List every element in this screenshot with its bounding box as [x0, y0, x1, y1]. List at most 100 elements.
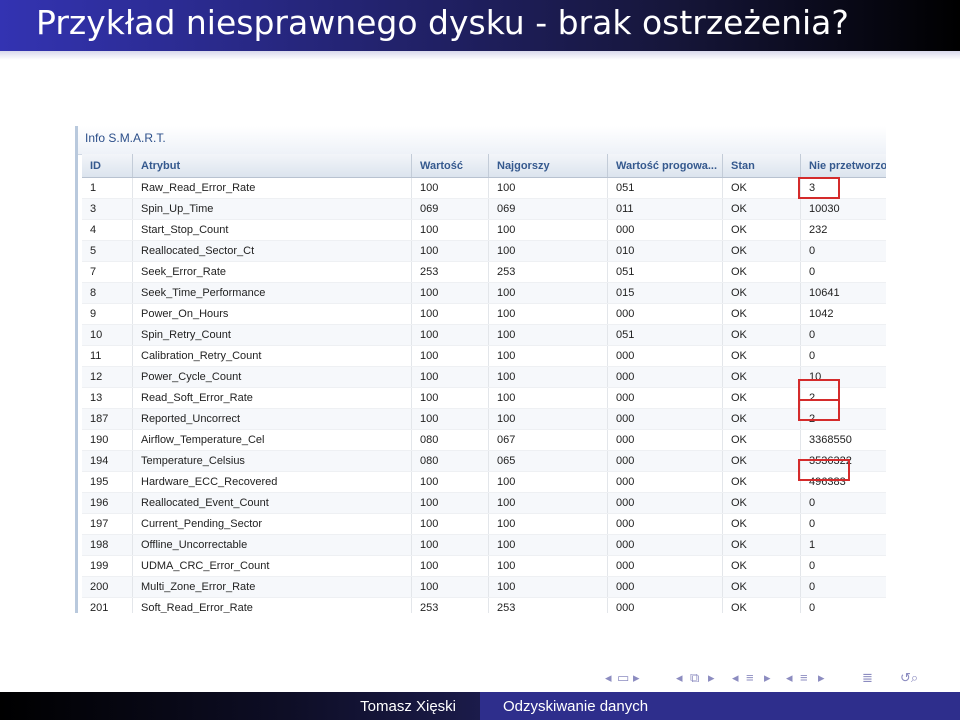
cell-threshold: 000: [607, 534, 723, 556]
table-row[interactable]: 11 Calibration_Retry_Count 100 100 000 OK 0: [82, 345, 886, 367]
column-header-attribute[interactable]: Atrybut: [132, 154, 412, 178]
table-row[interactable]: 9 Power_On_Hours 100 100 000 OK 1042: [82, 303, 886, 325]
cell-state: OK: [722, 408, 801, 430]
table-row[interactable]: 7 Seek_Error_Rate 253 253 051 OK 0: [82, 261, 886, 283]
smart-table-body: 1 Raw_Read_Error_Rate 100 100 051 OK 3 3 Spin_Up…: [82, 177, 886, 613]
cell-id: 3: [82, 198, 133, 220]
cell-worst: 100: [488, 471, 608, 493]
table-row[interactable]: 1 Raw_Read_Error_Rate 100 100 051 OK 3: [82, 177, 886, 199]
cell-worst: 100: [488, 324, 608, 346]
beamer-navigation: ◂ ▭ ▸ ◂ ⧉ ▸ ◂ ≡ ▸ ◂ ≡ ▸ ≣ ↺⌕: [600, 668, 960, 692]
cell-state: OK: [722, 450, 801, 472]
footer-talk-title: Odzyskiwanie danych: [503, 698, 649, 715]
table-row[interactable]: 10 Spin_Retry_Count 100 100 051 OK 0: [82, 324, 886, 346]
cell-id: 5: [82, 240, 133, 262]
nav-align-icon[interactable]: ≣: [862, 670, 873, 686]
column-header-worst[interactable]: Najgorszy: [488, 154, 608, 178]
column-header-threshold[interactable]: Wartość progowa...: [607, 154, 723, 178]
table-row[interactable]: 4 Start_Stop_Count 100 100 000 OK 232: [82, 219, 886, 241]
cell-id: 195: [82, 471, 133, 493]
nav-section-right-icon[interactable]: ▸: [764, 670, 771, 686]
nav-subsection-right-icon[interactable]: ▸: [708, 670, 715, 686]
table-row[interactable]: 194 Temperature_Celsius 080 065 000 OK 3536322: [82, 450, 886, 472]
cell-value: 100: [411, 177, 489, 199]
column-header-id[interactable]: ID: [82, 154, 133, 178]
table-row[interactable]: 198 Offline_Uncorrectable 100 100 000 OK 1: [82, 534, 886, 556]
table-row[interactable]: 187 Reported_Uncorrect 100 100 000 OK 2: [82, 408, 886, 430]
nav-subsection-icon[interactable]: ⧉: [690, 670, 699, 686]
cell-value: 100: [411, 408, 489, 430]
cell-worst: 253: [488, 261, 608, 283]
cell-attribute: Airflow_Temperature_Cel: [132, 429, 412, 451]
cell-state: OK: [722, 303, 801, 325]
highlight-box: [798, 398, 840, 421]
cell-value: 100: [411, 492, 489, 514]
nav-section-left-icon[interactable]: ◂: [732, 670, 739, 686]
cell-id: 200: [82, 576, 133, 598]
column-header-raw[interactable]: Nie przetworzo: [800, 154, 886, 178]
cell-threshold: 000: [607, 576, 723, 598]
cell-raw: 1042: [800, 303, 886, 325]
nav-subsection2-icon[interactable]: ≡: [800, 670, 808, 685]
table-row[interactable]: 199 UDMA_CRC_Error_Count 100 100 000 OK 0: [82, 555, 886, 577]
column-header-state[interactable]: Stan: [722, 154, 801, 178]
cell-raw: 0: [800, 513, 886, 535]
cell-threshold: 000: [607, 471, 723, 493]
column-header-value[interactable]: Wartość: [411, 154, 489, 178]
nav-frame-right-icon[interactable]: ▸: [633, 670, 640, 686]
cell-id: 4: [82, 219, 133, 241]
cell-attribute: Seek_Error_Rate: [132, 261, 412, 283]
footer-talk-box: Odzyskiwanie danych: [480, 692, 960, 720]
cell-id: 7: [82, 261, 133, 283]
table-row[interactable]: 201 Soft_Read_Error_Rate 253 253 000 OK 0: [82, 597, 886, 613]
cell-attribute: Temperature_Celsius: [132, 450, 412, 472]
cell-threshold: 051: [607, 177, 723, 199]
cell-state: OK: [722, 219, 801, 241]
nav-frame-left-icon[interactable]: ◂: [605, 670, 612, 686]
cell-worst: 100: [488, 492, 608, 514]
search-icon[interactable]: ↺⌕: [900, 670, 918, 686]
cell-value: 100: [411, 387, 489, 409]
cell-value: 100: [411, 513, 489, 535]
smart-panel-title: Info S.M.A.R.T.: [85, 131, 166, 145]
cell-attribute: Seek_Time_Performance: [132, 282, 412, 304]
table-row[interactable]: 8 Seek_Time_Performance 100 100 015 OK 10641: [82, 282, 886, 304]
table-header-row: ID Atrybut Wartość Najgorszy Wartość pro…: [82, 154, 886, 178]
cell-state: OK: [722, 324, 801, 346]
table-row[interactable]: 200 Multi_Zone_Error_Rate 100 100 000 OK 0: [82, 576, 886, 598]
cell-worst: 100: [488, 303, 608, 325]
nav-subsection2-right-icon[interactable]: ▸: [818, 670, 825, 686]
cell-state: OK: [722, 387, 801, 409]
cell-attribute: Current_Pending_Sector: [132, 513, 412, 535]
cell-id: 13: [82, 387, 133, 409]
cell-value: 100: [411, 471, 489, 493]
nav-section-icon[interactable]: ≡: [746, 670, 754, 685]
cell-threshold: 000: [607, 303, 723, 325]
cell-threshold: 000: [607, 345, 723, 367]
cell-threshold: 000: [607, 555, 723, 577]
table-row[interactable]: 197 Current_Pending_Sector 100 100 000 OK 0: [82, 513, 886, 535]
highlight-box: [798, 177, 840, 199]
cell-raw: 10030: [800, 198, 886, 220]
table-row[interactable]: 3 Spin_Up_Time 069 069 011 OK 10030: [82, 198, 886, 220]
cell-attribute: Soft_Read_Error_Rate: [132, 597, 412, 613]
table-row[interactable]: 13 Read_Soft_Error_Rate 100 100 000 OK 2: [82, 387, 886, 409]
cell-raw: 0: [800, 324, 886, 346]
table-row[interactable]: 195 Hardware_ECC_Recovered 100 100 000 OK 4963…: [82, 471, 886, 493]
cell-threshold: 000: [607, 387, 723, 409]
nav-frame-icon[interactable]: ▭: [617, 670, 629, 686]
cell-worst: 100: [488, 240, 608, 262]
table-row[interactable]: 5 Reallocated_Sector_Ct 100 100 010 OK 0: [82, 240, 886, 262]
cell-threshold: 000: [607, 219, 723, 241]
table-row[interactable]: 12 Power_Cycle_Count 100 100 000 OK 10: [82, 366, 886, 388]
cell-value: 069: [411, 198, 489, 220]
nav-subsection-left-icon[interactable]: ◂: [676, 670, 683, 686]
nav-subsection2-left-icon[interactable]: ◂: [786, 670, 793, 686]
slide-title: Przykład niesprawnego dysku - brak ostrz…: [36, 3, 849, 42]
cell-attribute: Hardware_ECC_Recovered: [132, 471, 412, 493]
cell-attribute: Multi_Zone_Error_Rate: [132, 576, 412, 598]
cell-state: OK: [722, 513, 801, 535]
cell-worst: 253: [488, 597, 608, 613]
table-row[interactable]: 190 Airflow_Temperature_Cel 080 067 000 OK 336…: [82, 429, 886, 451]
table-row[interactable]: 196 Reallocated_Event_Count 100 100 000 OK 0: [82, 492, 886, 514]
